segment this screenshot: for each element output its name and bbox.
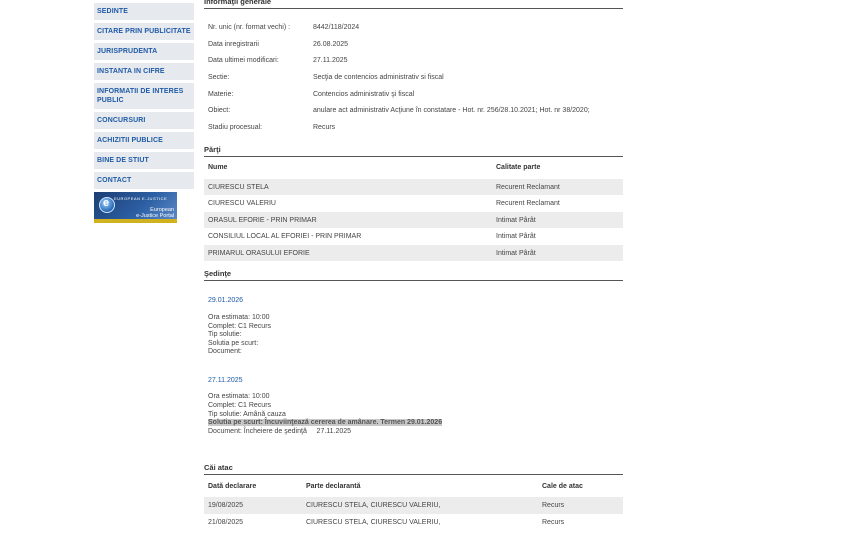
hearing-document: Document: [208, 348, 242, 356]
hearing-panel: Complet: C1 Recurs [208, 322, 272, 330]
section-title-sedinte: Şedinţe [204, 269, 623, 282]
info-value: Contencios administrativ şi fiscal [313, 90, 415, 98]
party-row: ORASUL EFORIE - PRIN PRIMAR Intimat Pârât [204, 211, 623, 229]
party-name: CIURESCU VALERIU [208, 200, 276, 208]
col-header-nume: Nume [208, 164, 228, 172]
party-name: PRIMARUL ORASULUI EFORIE [204, 244, 492, 262]
sidebar-nav: SEDINTE CITARE PRIN PUBLICITATE JURISPRU… [94, 3, 194, 223]
info-value: 8442/118/2024 [313, 24, 360, 31]
info-value: 26.08.2025 [313, 40, 349, 48]
info-label: Data ultimei modificari: [208, 57, 279, 65]
party-row: PRIMARUL ORASULUI EFORIE Intimat Pârât [204, 244, 623, 262]
info-value: Secţia de contencios administrativ si fi… [313, 74, 444, 82]
nav-sedinte[interactable]: SEDINTE [94, 3, 194, 20]
info-row: Stadiu procesual: Recurs [204, 120, 623, 137]
nav-concursuri[interactable]: CONCURSURI [94, 112, 194, 129]
party-row: CIURESCU STELA Recurent Reclamant [204, 178, 623, 196]
party-row: CIURESCU VALERIU Recurent Reclamant [204, 195, 623, 212]
e-justice-globe-icon: e [99, 197, 115, 213]
hearing-document: Document: Încheiere de şedinţă 27.11.202… [208, 427, 352, 435]
party-role: Recurent Reclamant [492, 178, 623, 196]
hearing-time: Ora estimata: 10:00 [208, 313, 270, 321]
info-label: Data inregistrarii [208, 40, 259, 48]
sedinte-list: 29.01.2026 Ora estimata: 10:00 Complet: C1… [204, 297, 623, 436]
nav-citare-prin-publicitate[interactable]: CITARE PRIN PUBLICITATE [94, 23, 194, 40]
banner-title: European e-Justice Portal [136, 207, 174, 219]
banner-stripe [94, 219, 177, 223]
appeal-date: 21/08/2025 [208, 518, 244, 526]
cai-atac-table: Dată declarare Parte declarantă Cale de … [204, 475, 623, 530]
party-role: Intimat Pârât [496, 233, 536, 241]
info-label: Stadiu procesual: [208, 124, 263, 132]
hearing-solution-summary: Solutia pe scurt: Încuviinţează cererea … [208, 419, 623, 428]
info-label: Sectie: [208, 74, 230, 82]
hearing-solution-type: Tip solutie: [208, 331, 242, 339]
nav-informatii-de-interes-public[interactable]: INFORMATII DE INTERES PUBLIC [94, 83, 194, 109]
party-name: CIURESCU STELA [204, 178, 492, 196]
info-value: 27.11.2025 [313, 57, 348, 65]
hearing-solution-summary: Solutia pe scurt: [208, 340, 623, 349]
nav-instanta-in-cifre[interactable]: INSTANTA IN CIFRE [94, 63, 194, 80]
party-row: CONSILIUL LOCAL AL EFORIEI - PRIN PRIMAR… [204, 228, 623, 245]
info-label: Obiect: [208, 107, 231, 115]
party-role: Recurent Reclamant [496, 200, 560, 208]
info-row: Nr. unic (nr. format vechi) : 8442/118/20… [204, 20, 623, 37]
hearing-solution-text: Solutia pe scurt: [208, 339, 259, 347]
party-name: CONSILIUL LOCAL AL EFORIEI - PRIN PRIMAR [208, 233, 362, 241]
nav-achizitii-publice[interactable]: ACHIZITII PUBLICE [94, 132, 194, 149]
hearing-time: Ora estimata: 10:00 [208, 393, 270, 401]
info-row: Data inregistrarii 26.08.2025 [204, 37, 623, 54]
hearing-date: 29.01.2026 [208, 297, 244, 305]
info-row: Sectie: Secţia de contencios administrati… [204, 70, 623, 87]
nav-jurisprudenta[interactable]: JURISPRUDENTA [94, 43, 194, 60]
general-info-list: Nr. unic (nr. format vechi) : 8442/118/20… [204, 20, 623, 137]
info-row: Obiect: anulare act administrativ Acţiune… [204, 103, 623, 120]
info-label: Nr. unic (nr. format vechi) : [208, 24, 291, 31]
hearing-solution-text: Solutia pe scurt: Încuviinţează cererea … [208, 419, 443, 427]
section-title-parti: Părţi [204, 145, 623, 157]
info-value: anulare act administrativ Acţiune în con… [313, 107, 590, 115]
hearing-panel: Complet: C1 Recurs [208, 402, 272, 410]
appeal-party: CIURESCU STELA, CIURESCU VALERIU, [302, 497, 538, 514]
appeal-type: Recurs [542, 518, 565, 526]
party-role: Intimat Pârât [492, 244, 623, 262]
col-header-cale-atac: Cale de atac [542, 482, 583, 490]
col-header-data-declarare: Dată declarare [208, 482, 257, 490]
section-title-cai-atac: Căi atac [204, 463, 623, 476]
e-justice-portal-banner[interactable]: e EUROPEAN E-JUSTICE European e-Justice P… [94, 192, 177, 223]
appeal-party: CIURESCU STELA, CIURESCU VALERIU, [306, 518, 441, 526]
info-label: Materie: [208, 90, 234, 98]
case-details: Informaţii generale Nr. unic (nr. format… [204, 0, 623, 530]
banner-top-text: EUROPEAN E-JUSTICE [114, 196, 168, 201]
info-value: Recurs [313, 124, 336, 132]
info-row: Data ultimei modificari: 27.11.2025 [204, 53, 623, 70]
party-name: ORASUL EFORIE - PRIN PRIMAR [204, 211, 492, 229]
hearing-item: 27.11.2025 Ora estimata: 10:00 Complet: C1… [204, 377, 623, 437]
nav-bine-de-stiut[interactable]: BINE DE STIUT [94, 152, 194, 169]
appeal-date: 19/08/2025 [204, 497, 302, 514]
section-title-general-info: Informaţii generale [204, 0, 623, 9]
parti-table: Nume Calitate parte CIURESCU STELA Recuren… [204, 157, 623, 262]
appeal-row: 21/08/2025 CIURESCU STELA, CIURESCU VALER… [204, 514, 623, 531]
nav-contact[interactable]: CONTACT [94, 172, 194, 189]
info-row: Materie: Contencios administrativ şi fisc… [204, 87, 623, 104]
appeal-type: Recurs [538, 497, 623, 514]
hearing-date: 27.11.2025 [208, 376, 243, 384]
col-header-calitate: Calitate parte [496, 164, 541, 172]
col-header-parte-declaranta: Parte declarantă [306, 482, 361, 490]
hearing-solution-type: Tip solutie: Amână cauza [208, 410, 286, 418]
hearing-item: 29.01.2026 Ora estimata: 10:00 Complet: C1… [204, 297, 623, 357]
party-role: Intimat Pârât [492, 211, 623, 229]
appeal-row: 19/08/2025 CIURESCU STELA, CIURESCU VALER… [204, 497, 623, 514]
